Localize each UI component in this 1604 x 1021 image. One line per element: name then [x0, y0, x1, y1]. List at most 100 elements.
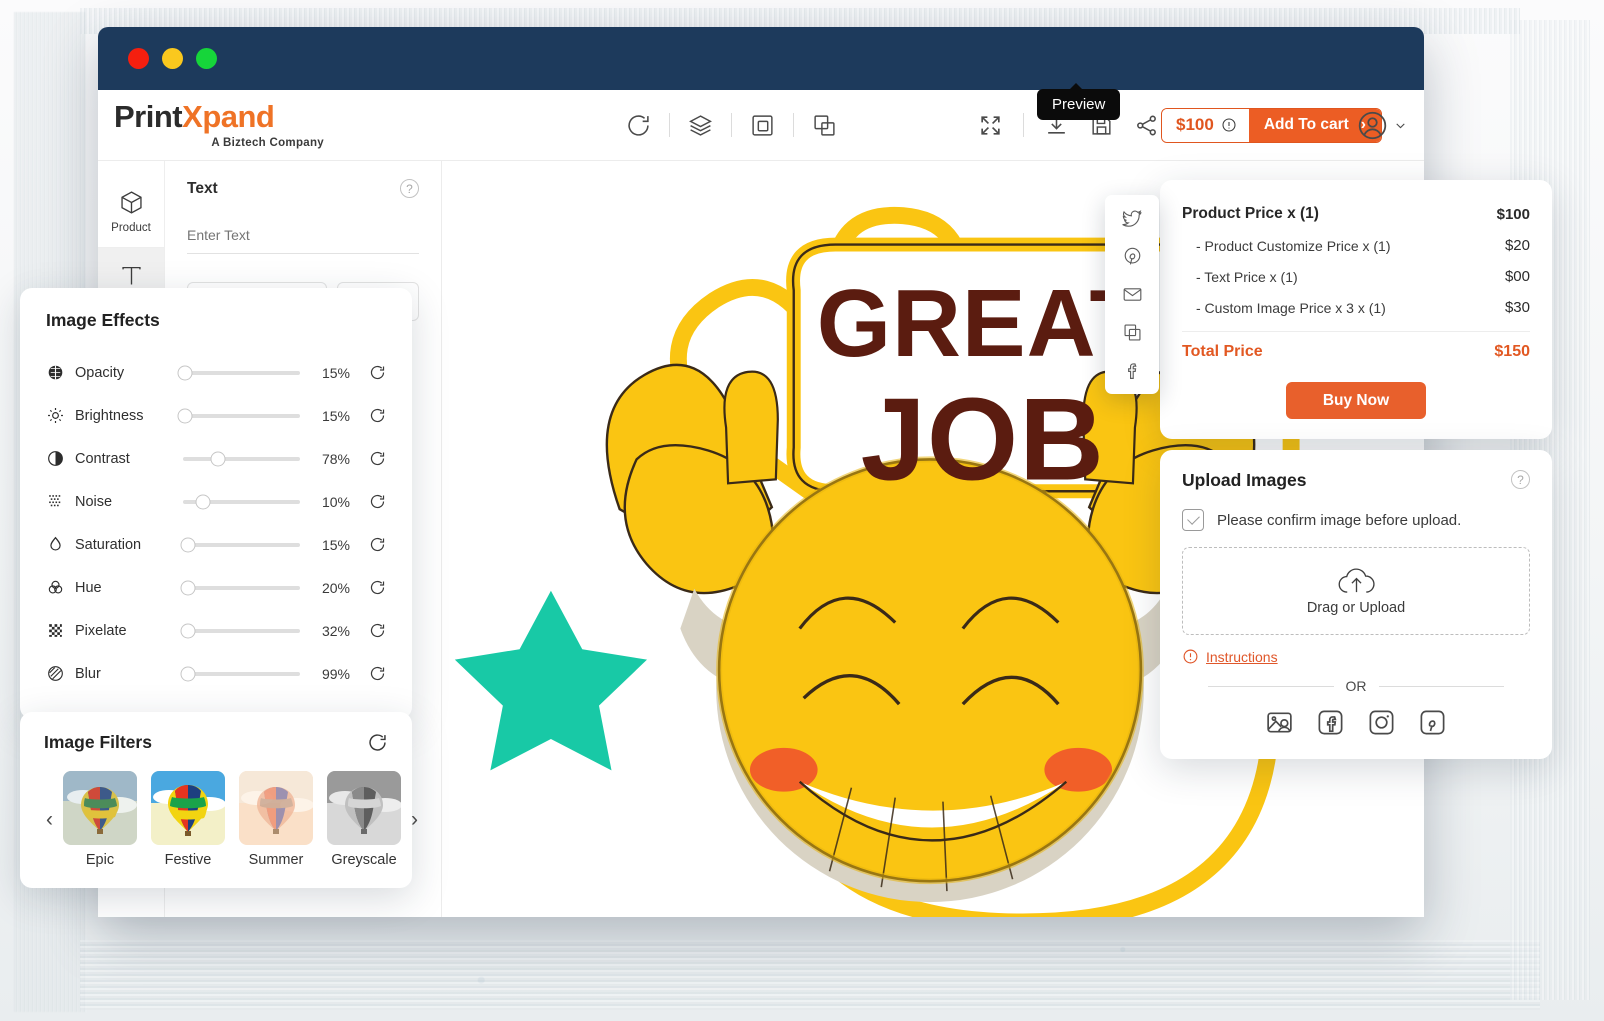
header-price-button[interactable]: $100	[1162, 109, 1249, 142]
layers-icon[interactable]	[688, 113, 713, 138]
copy-icon[interactable]	[1122, 322, 1143, 343]
reset-icon[interactable]	[369, 665, 386, 682]
image-filters-list: Epic Festi	[63, 771, 401, 868]
slider-knob[interactable]	[180, 537, 195, 552]
effect-slider-pixelate[interactable]	[183, 629, 300, 633]
pinterest-icon[interactable]	[1418, 708, 1447, 737]
image-filters-header: Image Filters	[44, 732, 388, 753]
image-effects-panel: Image Effects Opacity 15% Brightness 15%…	[20, 288, 412, 719]
effect-slider-blur[interactable]	[183, 672, 300, 676]
brand-logo[interactable]: PrintXpand A Biztech Company	[114, 101, 329, 149]
effect-value-saturation: 15%	[310, 537, 350, 553]
facebook-icon[interactable]	[1122, 360, 1143, 381]
slider-knob[interactable]	[178, 408, 193, 423]
facebook-icon[interactable]	[1316, 708, 1345, 737]
info-icon[interactable]	[1221, 117, 1237, 133]
email-icon[interactable]	[1122, 284, 1143, 305]
window-minimize-button[interactable]	[162, 48, 183, 69]
confirm-label: Please confirm image before upload.	[1217, 512, 1461, 529]
effect-slider-noise[interactable]	[183, 500, 300, 504]
ungroup-icon[interactable]	[812, 113, 837, 138]
sticker-text-line1: GREAT	[817, 271, 1149, 377]
drop-zone[interactable]: Drag or Upload	[1182, 547, 1530, 635]
pinterest-icon[interactable]	[1122, 246, 1143, 267]
history-icon[interactable]	[626, 113, 651, 138]
instructions-link[interactable]: Instructions	[1206, 649, 1278, 665]
effect-slider-saturation[interactable]	[183, 543, 300, 547]
total-price-amount: $150	[1494, 343, 1530, 361]
sticker-star-teal	[455, 591, 647, 771]
panel-header: Text ?	[187, 179, 419, 198]
sidebar-item-product[interactable]: Product	[98, 175, 164, 248]
chevron-down-icon[interactable]	[1394, 119, 1407, 132]
reset-icon[interactable]	[369, 450, 386, 467]
account-menu[interactable]	[1356, 109, 1407, 142]
brightness-icon	[46, 406, 65, 425]
filters-next-button[interactable]: ›	[409, 808, 420, 832]
effect-value-hue: 20%	[310, 580, 350, 596]
effect-slider-contrast[interactable]	[183, 457, 300, 461]
sticker-face	[716, 459, 1144, 902]
filter-item-greyscale[interactable]: Greyscale	[327, 771, 401, 868]
share-icon[interactable]	[1134, 113, 1159, 138]
image-effects-title: Image Effects	[46, 310, 386, 331]
slider-knob[interactable]	[180, 623, 195, 638]
instructions-row[interactable]: Instructions	[1182, 648, 1530, 665]
divider	[669, 113, 670, 137]
sticker-text-line2: JOB	[861, 373, 1105, 504]
divider	[1379, 686, 1505, 687]
reset-icon[interactable]	[369, 622, 386, 639]
effect-value-brightness: 15%	[310, 408, 350, 424]
slider-knob[interactable]	[180, 580, 195, 595]
divider	[731, 113, 732, 137]
slider-knob[interactable]	[211, 451, 226, 466]
instagram-icon[interactable]	[1367, 708, 1396, 737]
filter-thumbnail	[239, 771, 313, 845]
share-popup	[1105, 195, 1159, 394]
effect-slider-brightness[interactable]	[183, 414, 300, 418]
effect-slider-opacity[interactable]	[183, 371, 300, 375]
confirm-checkbox[interactable]	[1182, 509, 1204, 531]
canvas-tools-group	[626, 113, 837, 138]
slider-knob[interactable]	[178, 365, 193, 380]
help-icon[interactable]: ?	[1511, 470, 1530, 489]
preview-tooltip: Preview	[1037, 89, 1120, 120]
group-icon[interactable]	[750, 113, 775, 138]
window-maximize-button[interactable]	[196, 48, 217, 69]
confirm-image-row[interactable]: Please confirm image before upload.	[1182, 509, 1530, 531]
filter-item-epic[interactable]: Epic	[63, 771, 137, 868]
slider-knob[interactable]	[195, 494, 210, 509]
buy-now-button[interactable]: Buy Now	[1286, 382, 1426, 419]
reset-icon[interactable]	[369, 493, 386, 510]
help-icon[interactable]: ?	[400, 179, 419, 198]
reset-icon[interactable]	[369, 579, 386, 596]
total-price-label: Total Price	[1182, 343, 1263, 361]
price-amount-text: $00	[1505, 268, 1530, 285]
filters-prev-button[interactable]: ‹	[44, 808, 55, 832]
filter-item-festive[interactable]: Festive	[151, 771, 225, 868]
avatar-icon[interactable]	[1356, 109, 1389, 142]
pixelate-icon	[46, 621, 65, 640]
effect-row-blur: Blur 99%	[46, 652, 386, 695]
gallery-icon[interactable]	[1265, 708, 1294, 737]
filter-item-summer[interactable]: Summer	[239, 771, 313, 868]
text-input[interactable]	[187, 220, 419, 254]
window-close-button[interactable]	[128, 48, 149, 69]
twitter-icon[interactable]	[1122, 208, 1143, 229]
effect-label-contrast: Contrast	[75, 451, 173, 467]
price-label-text: - Text Price x (1)	[1182, 269, 1298, 285]
price-row-product: Product Price x (1) $100	[1182, 198, 1530, 230]
brand-name-part2: pand	[202, 99, 274, 134]
price-amount-product: $100	[1497, 206, 1530, 223]
image-filters-panel: Image Filters ‹	[20, 712, 412, 888]
reset-icon[interactable]	[369, 364, 386, 381]
effect-slider-hue[interactable]	[183, 586, 300, 590]
reset-icon[interactable]	[369, 536, 386, 553]
reset-icon[interactable]	[367, 732, 388, 753]
slider-knob[interactable]	[180, 666, 195, 681]
filter-thumbnail	[151, 771, 225, 845]
fullscreen-icon[interactable]	[978, 113, 1003, 138]
price-add-to-cart-group[interactable]: $100 Add To cart ›	[1161, 108, 1382, 143]
reset-icon[interactable]	[369, 407, 386, 424]
brand-tagline: A Biztech Company	[114, 137, 329, 149]
